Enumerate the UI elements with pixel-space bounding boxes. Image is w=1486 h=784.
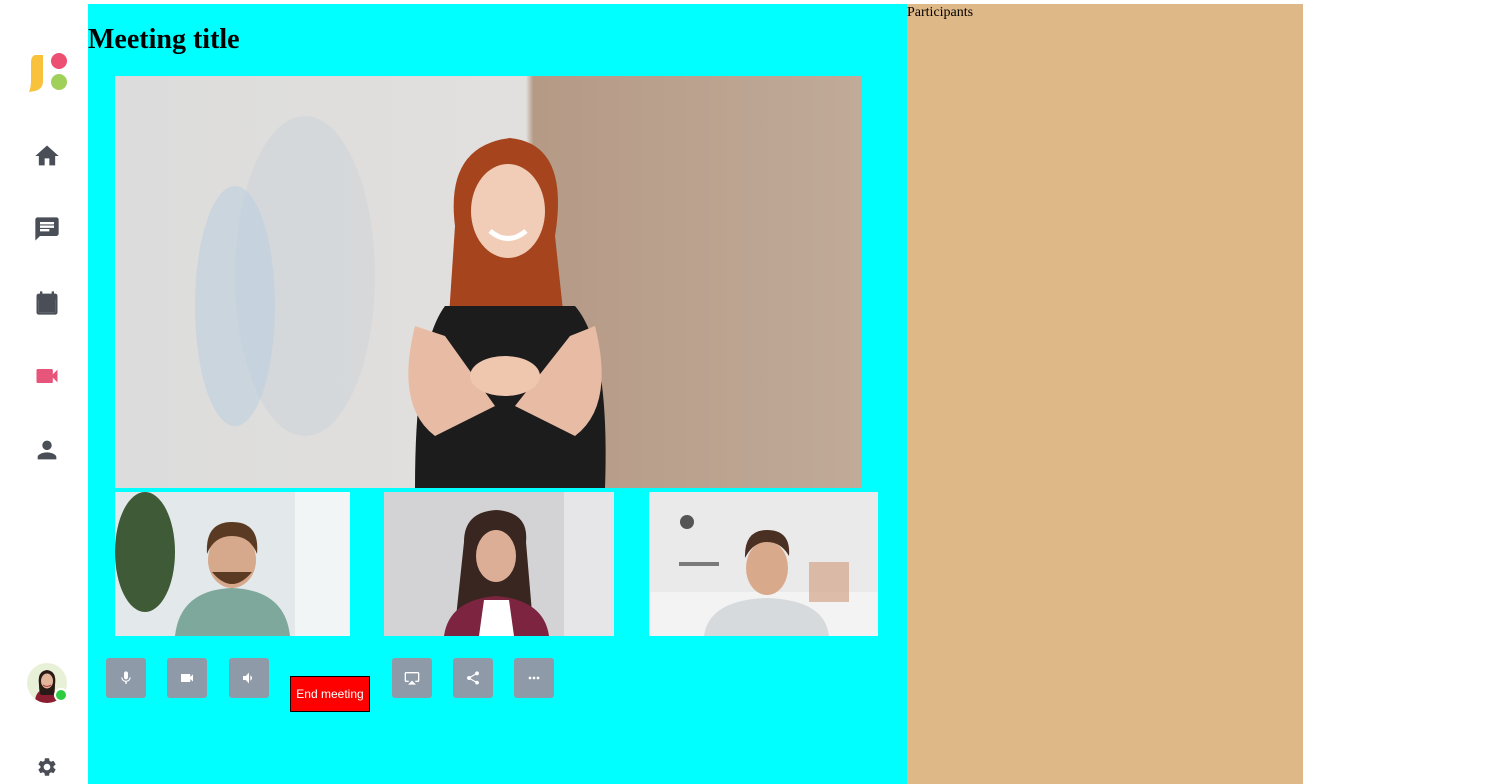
speaker-icon: [243, 672, 252, 684]
end-meeting-button[interactable]: End meeting: [290, 676, 370, 712]
app-logo: [27, 51, 69, 93]
screen-cast-button[interactable]: [392, 658, 432, 698]
camera-button[interactable]: [167, 658, 207, 698]
user-avatar[interactable]: [27, 663, 68, 703]
online-status-dot: [54, 688, 68, 702]
share-icon: [467, 671, 479, 685]
participants-panel: Participants: [907, 4, 1303, 784]
home-icon[interactable]: [33, 142, 61, 170]
participant-video-1[interactable]: [115, 492, 350, 636]
participant-video-3[interactable]: [649, 492, 878, 636]
participant-video-2[interactable]: [384, 492, 614, 636]
person-icon[interactable]: [33, 436, 61, 464]
meeting-app: Meeting title End meeting Participants: [0, 0, 1486, 784]
sidebar: [0, 0, 88, 784]
settings-gear-icon[interactable]: [36, 756, 58, 778]
microphone-button[interactable]: [106, 658, 146, 698]
meeting-stage: Meeting title End meeting: [88, 4, 907, 784]
more-options-button[interactable]: [514, 658, 554, 698]
chat-icon[interactable]: [33, 215, 61, 243]
meeting-title: Meeting title: [88, 24, 240, 55]
screen-cast-icon: [404, 672, 420, 685]
speaker-button[interactable]: [229, 658, 269, 698]
share-button[interactable]: [453, 658, 493, 698]
more-icon: [528, 676, 540, 680]
participants-title: Participants: [907, 5, 974, 20]
camera-icon: [181, 674, 193, 682]
video-icon[interactable]: [33, 362, 61, 390]
microphone-icon: [121, 671, 131, 684]
main-speaker-video[interactable]: [115, 76, 862, 488]
calendar-icon[interactable]: [33, 289, 61, 317]
